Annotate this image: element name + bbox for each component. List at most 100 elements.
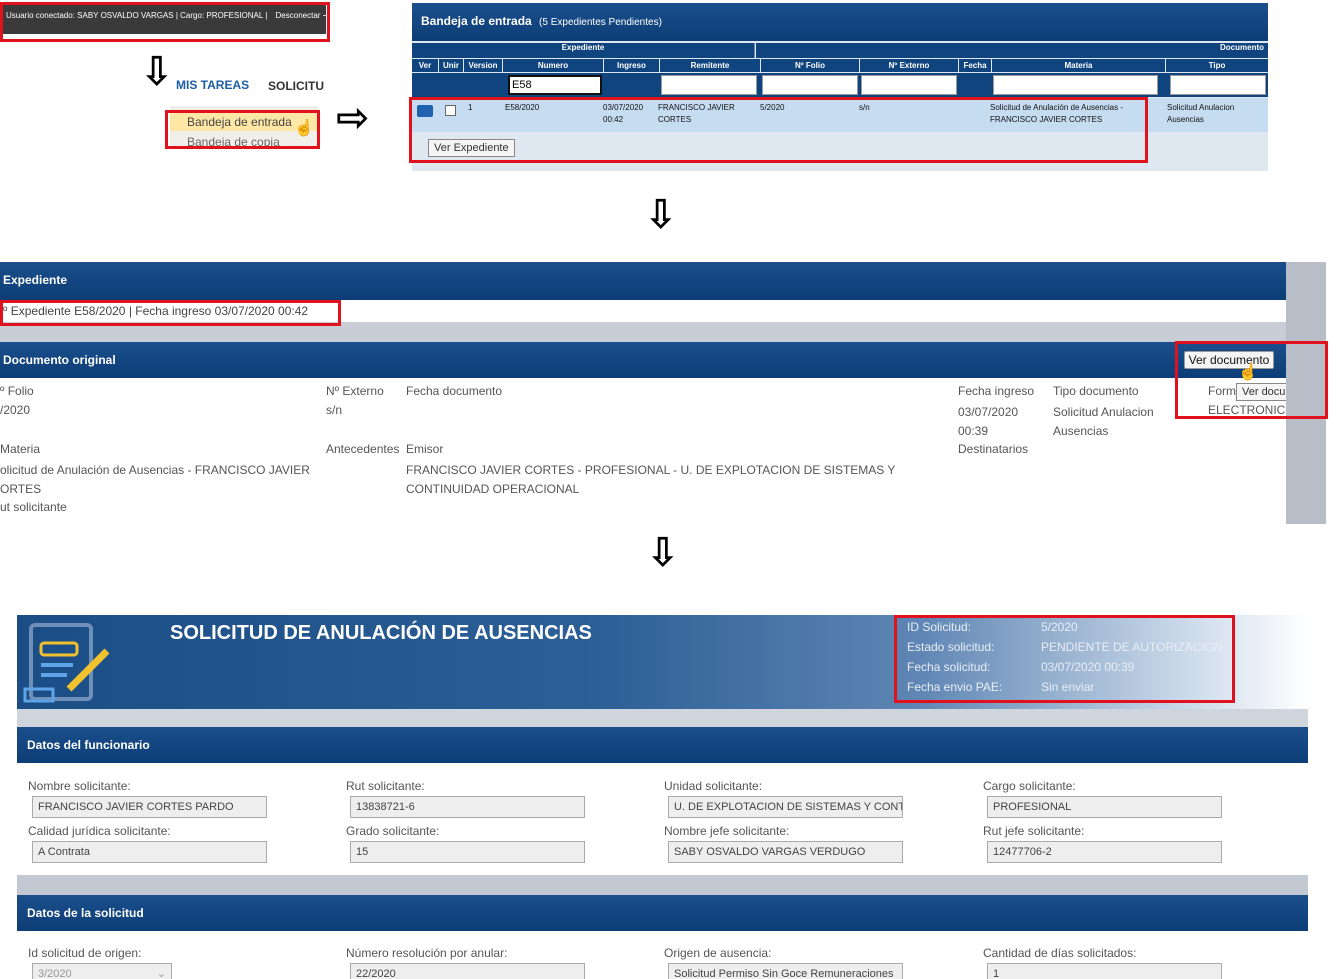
menu-mis-tareas[interactable]: MIS TAREAS	[176, 78, 249, 92]
cantidad-dias-field[interactable]: 1	[987, 963, 1222, 979]
ver-documento-button[interactable]: Ver documento	[1184, 351, 1274, 369]
col-ver[interactable]: Ver	[412, 59, 438, 72]
row-folio: 5/2020	[760, 103, 785, 112]
expediente-panel: Expediente º Expediente E58/2020 | Fecha…	[0, 262, 1286, 524]
group-documento: Documento	[756, 43, 1268, 58]
section-datos-solicitud: Datos de la solicitud	[17, 895, 1308, 931]
fecha-ingreso-label: Fecha ingreso	[958, 384, 1035, 398]
fecha-envio-label: Fecha envio PAE:	[907, 680, 1003, 694]
group-expediente: Expediente	[412, 43, 755, 58]
unir-checkbox[interactable]	[445, 105, 456, 116]
chevron-down-icon: ⌄	[156, 968, 166, 979]
filter-remitente-input[interactable]	[661, 75, 757, 95]
filter-numero-input[interactable]	[508, 75, 602, 95]
tipo-documento-value: Solicitud Anulacion Ausencias	[1053, 405, 1154, 438]
arrow-down-icon: ⇩	[646, 530, 680, 576]
col-materia[interactable]: Materia	[992, 59, 1165, 72]
fecha-documento-label: Fecha documento	[406, 384, 503, 398]
formato-value: ELECTRONICO	[1208, 403, 1286, 417]
materia-value: olicitud de Anulación de Ausencias - FRA…	[0, 463, 310, 496]
emisor-value: FRANCISCO JAVIER CORTES - PROFESIONAL - …	[406, 463, 896, 496]
folder-icon[interactable]	[417, 105, 433, 117]
calidad-juridica-field[interactable]: A Contrata	[32, 841, 267, 863]
nombre-solicitante-field[interactable]: FRANCISCO JAVIER CORTES PARDO	[32, 796, 267, 818]
inbox-header: Bandeja de entrada (5 Expedientes Pendie…	[412, 3, 1268, 41]
rut-solicitante-field[interactable]: 13838721-6	[350, 796, 585, 818]
fecha-ingreso-value: 03/07/2020 00:39	[958, 405, 1019, 438]
field-label: Cargo solicitante:	[983, 779, 1076, 793]
rut-jefe-field[interactable]: 12477706-2	[987, 841, 1222, 863]
col-ingreso[interactable]: Ingreso	[604, 59, 659, 72]
field-label: Unidad solicitante:	[664, 779, 763, 793]
inbox-count: (5 Expedientes Pendientes)	[539, 17, 662, 28]
hand-cursor-icon: ☝	[294, 120, 314, 137]
arrow-down-icon: ⇩	[140, 49, 174, 95]
col-numero[interactable]: Numero	[503, 59, 603, 72]
fecha-envio-value: Sin enviar	[1041, 680, 1095, 694]
externo-label: Nº Externo	[326, 384, 384, 398]
table-row[interactable]: 1 E58/2020 03/07/2020 00:42 FRANCISCO JA…	[412, 98, 1268, 132]
row-materia: Solicitud de Anulación de Ausencias - FR…	[990, 103, 1123, 124]
tooltip-ver-expediente: Ver Expediente	[428, 139, 515, 157]
col-version[interactable]: Version	[464, 59, 502, 72]
form-title: SOLICITUD DE ANULACIÓN DE AUSENCIAS	[170, 622, 592, 644]
filter-tipo-input[interactable]	[1170, 75, 1266, 95]
field-label: Calidad jurídica solicitante:	[28, 824, 171, 838]
row-version: 1	[468, 103, 473, 112]
expediente-info: º Expediente E58/2020 | Fecha ingreso 03…	[3, 304, 309, 318]
filter-materia-input[interactable]	[993, 75, 1158, 95]
filter-row	[412, 73, 1268, 97]
field-label: Grado solicitante:	[346, 824, 440, 838]
expediente-header: Expediente	[0, 262, 1286, 300]
field-label: Número resolución por anular:	[346, 946, 508, 960]
dropdown-menu: Bandeja de entrada Bandeja de copia ☝	[170, 106, 318, 149]
externo-value: s/n	[326, 403, 343, 417]
disconnect-link[interactable]: Desconectar ⇥	[276, 11, 330, 20]
col-externo[interactable]: Nº Externo	[860, 59, 958, 72]
destinatarios-label: Destinatarios	[958, 442, 1029, 456]
section-title: Datos del funcionario	[27, 738, 150, 752]
menu-solicitudes[interactable]: SOLICITU	[268, 79, 324, 93]
row-ingreso: 03/07/2020 00:42	[603, 103, 644, 124]
logout-icon: ⇥	[322, 11, 330, 20]
section-datos-funcionario: Datos del funcionario	[17, 727, 1308, 763]
estado-value: PENDIENTE DE AUTORIZACION	[1041, 640, 1223, 654]
folio-label: º Folio	[0, 384, 34, 398]
field-label: Nombre solicitante:	[28, 779, 131, 793]
row-remitente: FRANCISCO JAVIER CORTES	[658, 103, 735, 124]
col-folio[interactable]: Nº Folio	[761, 59, 859, 72]
formato-label: Form	[1208, 384, 1236, 398]
rut-solicitante-label: ut solicitante	[0, 500, 67, 514]
folio-value: /2020	[0, 403, 31, 417]
row-tipo: Solicitud Anulacion Ausencias	[1167, 103, 1235, 124]
hand-cursor-icon: ☝	[1238, 364, 1258, 381]
field-label: Cantidad de días solicitados:	[983, 946, 1137, 960]
unidad-solicitante-field[interactable]: U. DE EXPLOTACION DE SISTEMAS Y CONT	[668, 796, 903, 818]
id-solicitud-origen-select[interactable]: 3/2020 ⌄	[32, 963, 172, 979]
arrow-right-icon: ⇨	[336, 95, 370, 141]
tipo-documento-label: Tipo documento	[1053, 384, 1139, 398]
col-fecha[interactable]: Fecha	[959, 59, 991, 72]
document-pen-icon	[21, 619, 111, 705]
col-remitente[interactable]: Remitente	[660, 59, 760, 72]
grado-solicitante-field[interactable]: 15	[350, 841, 585, 863]
col-tipo[interactable]: Tipo	[1166, 59, 1268, 72]
row-numero: E58/2020	[505, 103, 540, 112]
numero-resolucion-field[interactable]: 22/2020	[350, 963, 585, 979]
cargo-solicitante-field[interactable]: PROFESIONAL	[987, 796, 1222, 818]
expediente-title: Expediente	[3, 273, 68, 287]
menu-item-bandeja-copia[interactable]: Bandeja de copia	[187, 135, 280, 149]
field-label: Rut jefe solicitante:	[983, 824, 1085, 838]
col-unir[interactable]: Unir	[439, 59, 463, 72]
field-label: Nombre jefe solicitante:	[664, 824, 790, 838]
user-bar: Usuario conectado: SABY OSVALDO VARGAS |…	[2, 4, 329, 34]
menu-item-bandeja-entrada[interactable]: Bandeja de entrada	[187, 115, 292, 129]
materia-label: Materia	[0, 442, 41, 456]
origen-ausencia-field[interactable]: Solicitud Permiso Sin Goce Remuneracione…	[668, 963, 903, 979]
nombre-jefe-field[interactable]: SABY OSVALDO VARGAS VERDUGO	[668, 841, 903, 863]
filter-externo-input[interactable]	[861, 75, 957, 95]
field-label: Id solicitud de origen:	[28, 946, 142, 960]
field-label: Rut solicitante:	[346, 779, 425, 793]
filter-folio-input[interactable]	[762, 75, 858, 95]
inbox-panel: Bandeja de entrada (5 Expedientes Pendie…	[412, 3, 1268, 171]
